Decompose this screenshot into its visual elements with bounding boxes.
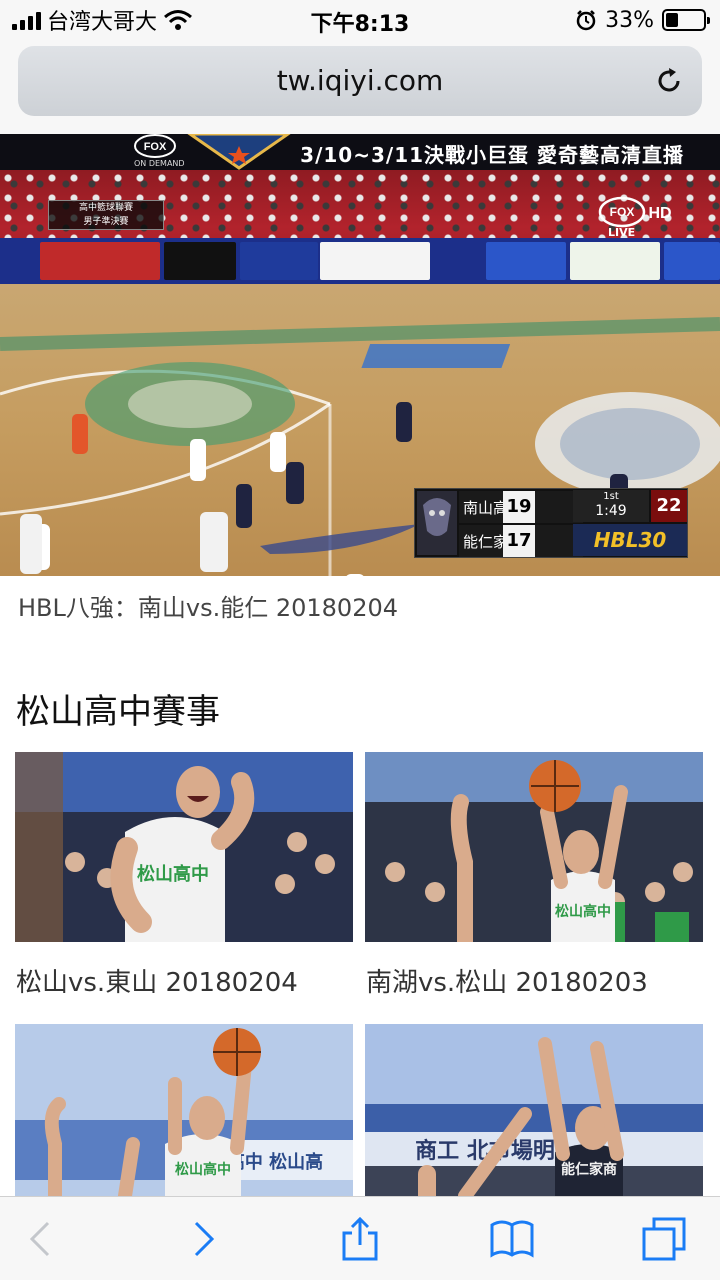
video-thumbnail-1[interactable]: 松山高中 — [15, 752, 353, 942]
league-logo: HBL30 — [573, 524, 687, 556]
fox-sports-logo: FOX — [134, 134, 176, 158]
svg-text:松山高中: 松山高中 — [175, 1161, 231, 1178]
bookmarks-icon[interactable] — [488, 1215, 536, 1263]
featured-video-player[interactable]: FOX ON DEMAND 3/10~3/11決戰小巨蛋 愛奇藝高清直播 高中籃… — [0, 134, 720, 576]
on-demand-label: ON DEMAND — [134, 159, 185, 168]
tabs-icon[interactable] — [640, 1215, 688, 1263]
video-thumbnail-3[interactable]: 高中 松山高 松山高中 — [15, 1024, 353, 1196]
svg-text:HD: HD — [648, 205, 671, 222]
clock-time: 1:49 — [595, 503, 627, 519]
browser-toolbar — [0, 1196, 720, 1280]
ad-panel-3 — [240, 242, 318, 280]
banner-text: 3/10~3/11決戰小巨蛋 愛奇藝高清直播 — [300, 143, 684, 167]
alarm-icon — [576, 10, 596, 31]
panther-logo-icon — [417, 491, 457, 555]
video-caption-2[interactable]: 南湖vs.松山 20180203 — [366, 962, 648, 999]
shot-clock: 22 — [651, 490, 687, 522]
thumbnail-image-4: 商工 北市場明 能仁家商 — [365, 1024, 703, 1196]
battery-level — [666, 13, 678, 27]
svg-text:高中 松山高: 高中 松山高 — [227, 1151, 323, 1173]
battery-icon — [662, 9, 710, 31]
status-right: 33% — [575, 6, 710, 34]
svg-text:能仁家商: 能仁家商 — [561, 1161, 617, 1178]
video-banner: FOX ON DEMAND 3/10~3/11決戰小巨蛋 愛奇藝高清直播 — [0, 134, 720, 170]
featured-video-caption[interactable]: HBL八強：南山vs.能仁 20180204 — [18, 588, 398, 623]
team1-score: 19 — [503, 491, 535, 523]
period: 1st — [603, 491, 619, 502]
ad-panel-2 — [164, 242, 236, 280]
battery-percent: 33% — [605, 7, 654, 33]
status-bar: 台湾大哥大 下午8:13 33% — [0, 0, 720, 40]
svg-text:FOX: FOX — [144, 141, 167, 153]
thumbnail-image-3: 高中 松山高 松山高中 — [15, 1024, 353, 1196]
svg-text:松山高中: 松山高中 — [555, 903, 611, 920]
svg-text:松山高中: 松山高中 — [137, 863, 209, 885]
ad-panel-7 — [664, 242, 720, 280]
video-thumbnail-4[interactable]: 商工 北市場明 能仁家商 — [365, 1024, 703, 1196]
overlay-line-2: 男子準決賽 — [83, 217, 129, 227]
browser-chrome: tw.iqiyi.com — [0, 40, 720, 134]
forward-icon[interactable] — [178, 1215, 226, 1263]
address-bar[interactable]: tw.iqiyi.com — [18, 46, 702, 116]
thumbnail-image-1: 松山高中 — [15, 752, 353, 942]
svg-text:FOX: FOX — [610, 205, 635, 219]
live-label: LIVE — [608, 226, 636, 239]
video-thumbnail-2[interactable]: 松山高中 — [365, 752, 703, 942]
section-title: 松山高中賽事 — [16, 692, 220, 732]
thumbnail-image-2: 松山高中 — [365, 752, 703, 942]
back-icon[interactable] — [18, 1215, 66, 1263]
tournament-emblem — [187, 134, 291, 170]
game-info-overlay: 高中籃球聯賽 男子準決賽 — [48, 200, 164, 230]
ad-panel-5 — [486, 242, 566, 280]
video-caption-1[interactable]: 松山vs.東山 20180204 — [16, 962, 298, 999]
url-text[interactable]: tw.iqiyi.com — [18, 64, 702, 97]
scoreboard: 南山高中 19 能仁家商 17 1st 1:49 22 HBL30 — [414, 488, 688, 558]
reload-icon[interactable] — [654, 66, 684, 96]
ad-panel-6 — [570, 242, 660, 280]
team2-score: 17 — [503, 525, 535, 557]
share-icon[interactable] — [336, 1215, 384, 1263]
overlay-line-1: 高中籃球聯賽 — [78, 203, 133, 213]
ad-panel-1 — [40, 242, 160, 280]
ad-panel-4 — [320, 242, 430, 280]
game-clock: 1st 1:49 — [573, 490, 649, 522]
